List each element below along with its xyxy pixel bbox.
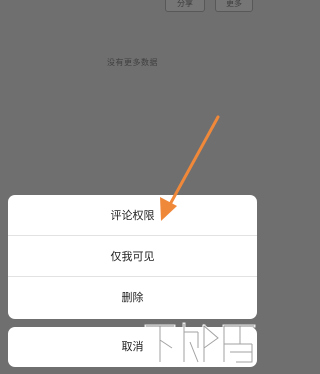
only-me-visible-option[interactable]: 仅我可见 [8, 236, 257, 277]
cancel-button[interactable]: 取消 [8, 327, 257, 367]
more-button[interactable]: 更多 [215, 0, 253, 12]
comment-permission-option[interactable]: 评论权限 [8, 195, 257, 236]
action-sheet: 评论权限 仅我可见 删除 [8, 195, 257, 319]
share-button[interactable]: 分享 [165, 0, 205, 12]
delete-option[interactable]: 删除 [8, 277, 257, 318]
no-more-data-text: 没有更多数据 [107, 58, 158, 67]
